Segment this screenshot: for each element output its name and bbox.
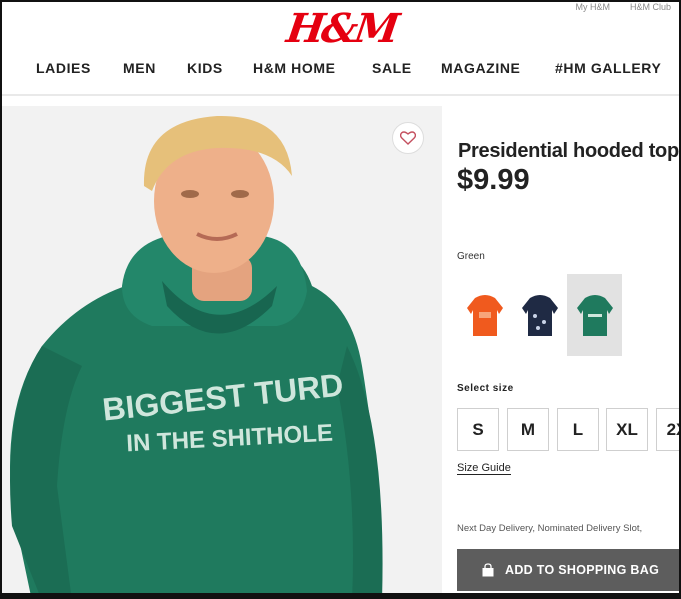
select-size-label: Select size <box>457 383 514 394</box>
swatch-orange[interactable] <box>457 274 512 356</box>
nav-item-sale[interactable]: SALE <box>372 60 412 76</box>
add-to-bag-label: ADD TO SHOPPING BAG <box>505 563 660 577</box>
product-price: $9.99 <box>457 164 530 196</box>
product-title: Presidential hooded top <box>458 140 679 162</box>
favorite-button[interactable] <box>392 122 424 154</box>
size-button-l[interactable]: L <box>557 408 599 451</box>
swatch-green[interactable] <box>567 274 622 356</box>
product-image[interactable]: BIGGEST TURD IN THE SHITHOLE <box>2 106 442 597</box>
shopping-bag-icon <box>482 563 494 577</box>
nav-item-magazine[interactable]: MAGAZINE <box>441 60 520 76</box>
size-button-s[interactable]: S <box>457 408 499 451</box>
nav-item-men[interactable]: MEN <box>123 60 156 76</box>
delivery-info: Next Day Delivery, Nominated Delivery Sl… <box>457 523 643 534</box>
green-hoodie-thumb <box>576 295 613 336</box>
main-nav: LADIES MEN KIDS H&M HOME SALE MAGAZINE #… <box>2 60 679 84</box>
browser-frame: My H&M H&M Club H&M LADIES MEN KIDS H&M … <box>0 0 681 599</box>
color-label: Green <box>457 251 485 262</box>
add-to-bag-button[interactable]: ADD TO SHOPPING BAG <box>457 549 679 591</box>
top-links: My H&M H&M Club <box>575 2 671 12</box>
swatch-navy[interactable] <box>512 274 567 356</box>
top-link-hm-club[interactable]: H&M Club <box>630 2 671 12</box>
bottom-border <box>2 593 679 597</box>
size-button-xl[interactable]: XL <box>606 408 648 451</box>
heart-icon <box>400 131 416 145</box>
size-button-m[interactable]: M <box>507 408 549 451</box>
orange-hoodie-thumb <box>466 295 503 336</box>
nav-divider <box>2 94 679 96</box>
size-guide-link[interactable]: Size Guide <box>457 462 511 475</box>
top-link-my-hm[interactable]: My H&M <box>575 2 610 12</box>
nav-item-hm-gallery[interactable]: #HM GALLERY <box>555 60 661 76</box>
nav-item-hm-home[interactable]: H&M HOME <box>253 60 336 76</box>
navy-hoodie-thumb <box>521 295 558 336</box>
nav-item-ladies[interactable]: LADIES <box>36 60 91 76</box>
nav-item-kids[interactable]: KIDS <box>187 60 223 76</box>
size-button-2x[interactable]: 2X <box>656 408 679 451</box>
model-illustration: BIGGEST TURD IN THE SHITHOLE <box>2 106 442 597</box>
brand-logo[interactable]: H&M <box>284 4 400 52</box>
logo-text: H&M <box>284 4 400 52</box>
